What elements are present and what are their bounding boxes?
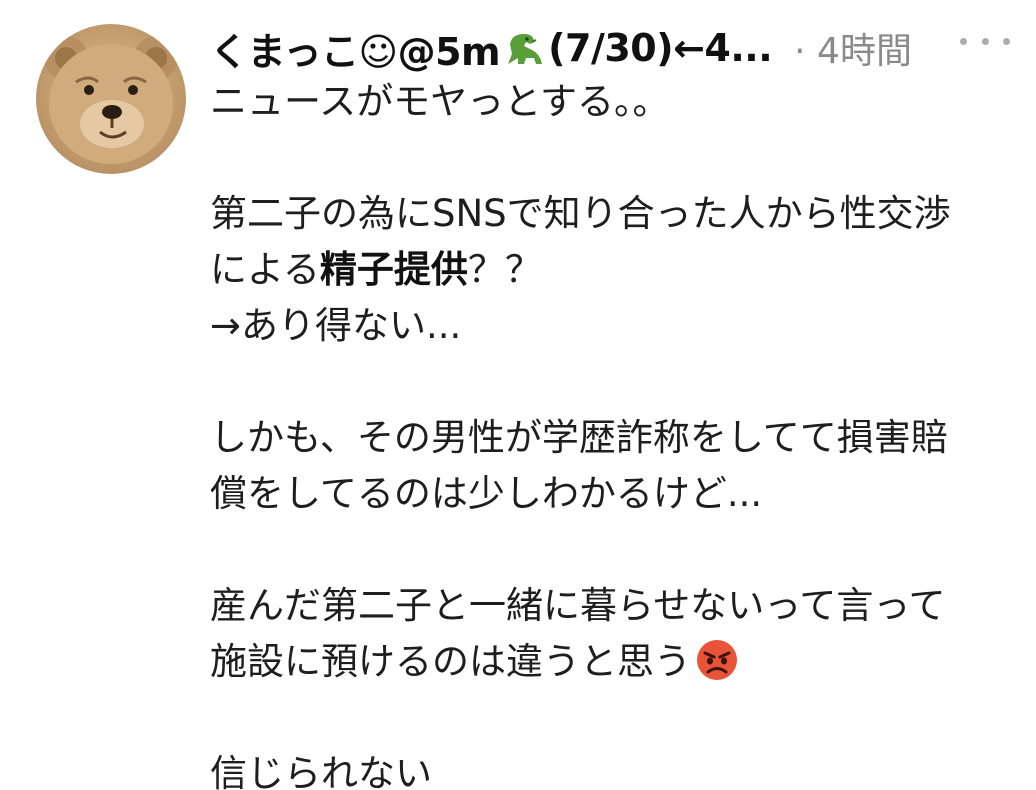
angry-face-icon	[695, 638, 739, 682]
more-options-button[interactable]	[960, 26, 1010, 56]
tweet-body: ニュースがモヤっとする。。 第二子の為にSNSで知り合った人から性交渉 による精…	[210, 74, 1020, 790]
tweet-line: 第二子の為にSNSで知り合った人から性交渉	[210, 192, 951, 235]
bold-phrase: 精子提供	[319, 248, 468, 291]
tweet-line: →あり得ない...	[210, 304, 462, 347]
tweet-header: くまっこ☺@5m (7/30)←4... · 4時間	[210, 18, 1020, 78]
tweet-card: くまっこ☺@5m (7/30)←4... · 4時間 ニュースがモヤっとする。。…	[0, 0, 1036, 790]
tweet-line: による精子提供？？	[210, 242, 1020, 298]
tweet-line: ニュースがモヤっとする。。	[210, 80, 670, 123]
tweet-text: による	[210, 248, 320, 291]
tweet-text: 施設に預けるのは違うと思う	[210, 640, 691, 683]
tweet-line: 産んだ第二子と一緒に暮らせないって言って	[210, 584, 946, 627]
tweet-text: ？？	[467, 248, 542, 291]
tweet-line: しかも、その男性が学歴詐称をしてて損害賠	[210, 416, 948, 459]
more-dot-icon	[960, 37, 967, 45]
name-suffix[interactable]: (7/30)←4...	[548, 26, 773, 70]
tweet-line: 償をしてるのは少しわかるけど...	[210, 472, 763, 515]
tweet-line: 施設に預けるのは違うと思う	[210, 634, 1020, 690]
timestamp[interactable]: · 4時間	[794, 22, 912, 74]
more-dot-icon	[1003, 37, 1010, 45]
dinosaur-icon	[502, 28, 546, 68]
more-dot-icon	[981, 37, 989, 45]
display-name[interactable]: くまっこ☺@5m	[210, 21, 501, 76]
avatar[interactable]	[36, 24, 186, 174]
teddy-bear-avatar-icon	[44, 36, 178, 164]
tweet-line: 信じられない	[210, 752, 432, 790]
